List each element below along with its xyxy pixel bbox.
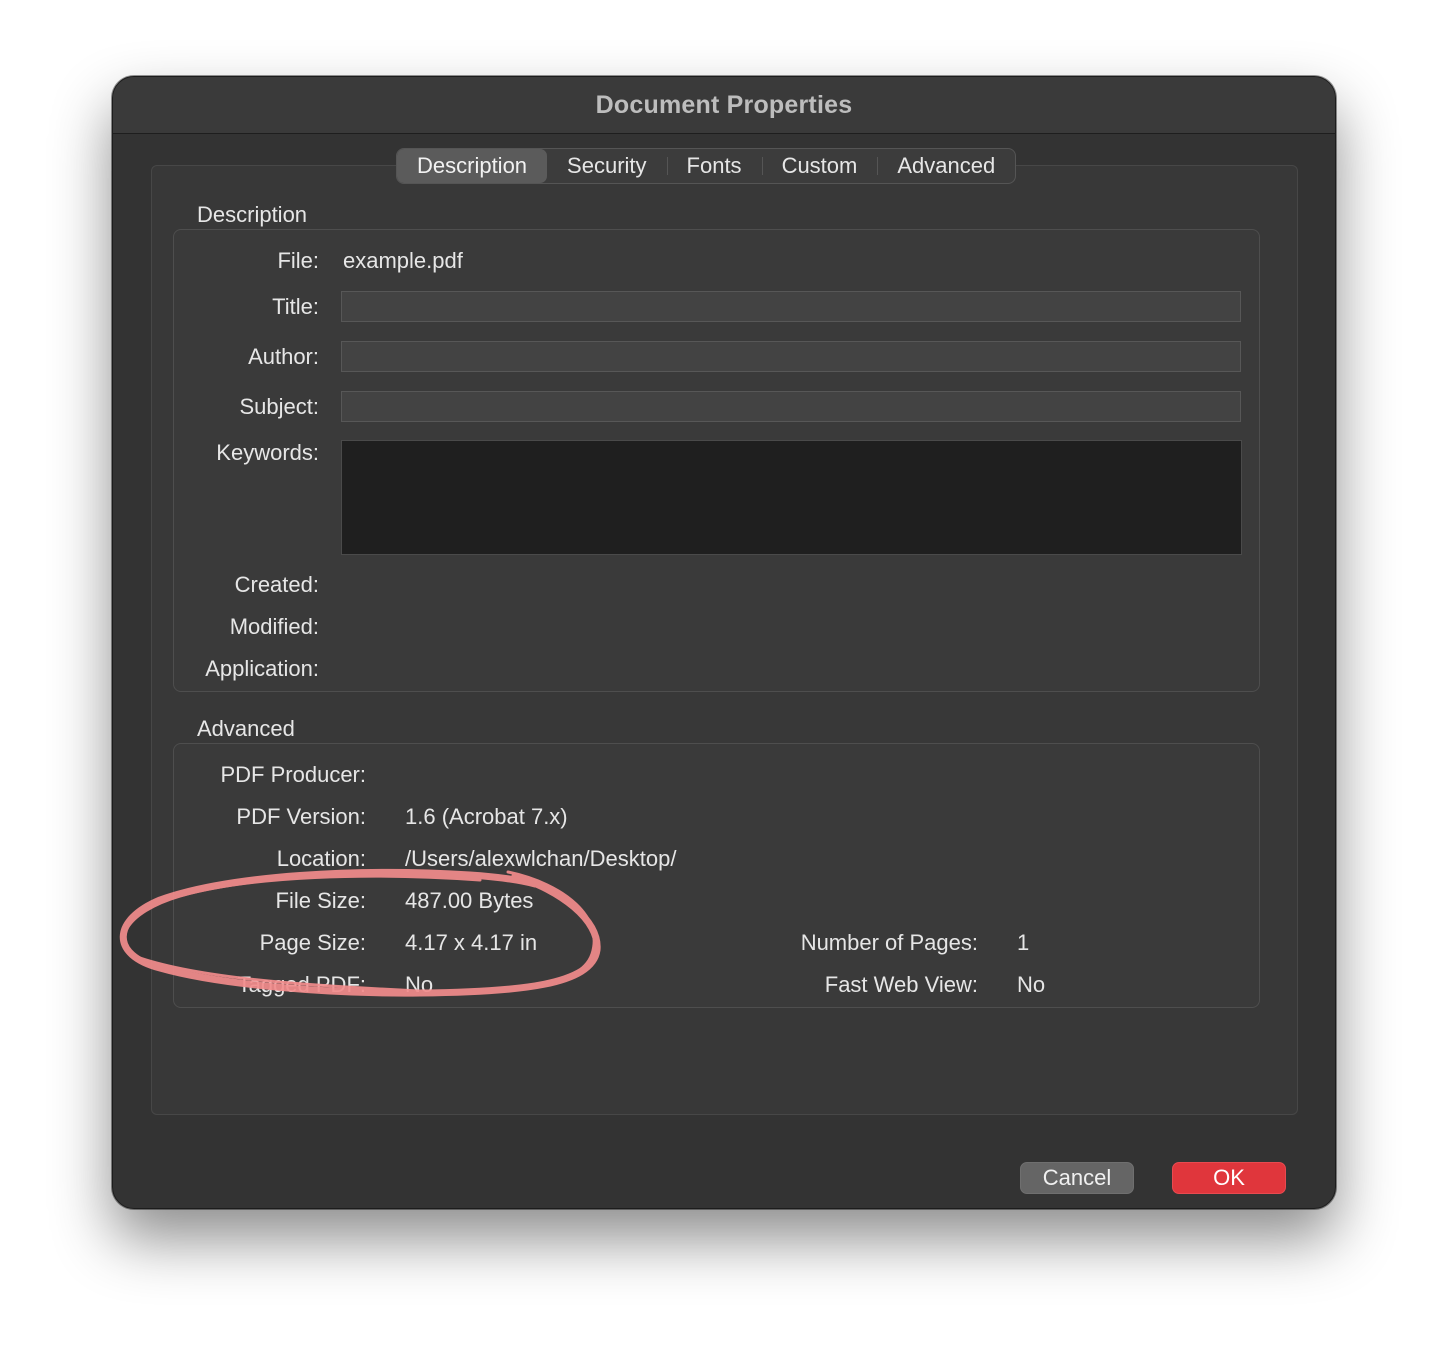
page-size-value: 4.17 x 4.17 in xyxy=(405,930,538,955)
title-bar[interactable]: Document Properties xyxy=(113,77,1335,134)
tab-description[interactable]: Description xyxy=(397,149,548,183)
author-field[interactable] xyxy=(341,341,1241,372)
cancel-button[interactable]: Cancel xyxy=(1020,1162,1134,1194)
subject-label: Subject: xyxy=(239,394,320,419)
fast-web-view-label: Fast Web View: xyxy=(824,972,978,997)
tab-bar: Description Security Fonts Custom Advanc… xyxy=(396,148,1017,184)
advanced-section-title: Advanced xyxy=(197,716,295,741)
file-size-label: File Size: xyxy=(275,888,366,913)
ok-button[interactable]: OK xyxy=(1172,1162,1286,1194)
tab-fonts[interactable]: Fonts xyxy=(666,149,762,183)
page-size-label: Page Size: xyxy=(259,930,366,955)
document-properties-dialog: Document Properties Description Security… xyxy=(112,76,1336,1209)
number-of-pages-label: Number of Pages: xyxy=(800,930,978,955)
pdf-version-label: PDF Version: xyxy=(236,804,366,829)
title-field[interactable] xyxy=(341,291,1241,322)
modified-label: Modified: xyxy=(229,614,319,639)
title-label: Title: xyxy=(272,294,319,319)
description-section-title: Description xyxy=(197,202,308,227)
location-label: Location: xyxy=(276,846,366,871)
tab-advanced[interactable]: Advanced xyxy=(877,149,1015,183)
file-size-value: 487.00 Bytes xyxy=(405,888,534,913)
window-title: Document Properties xyxy=(595,90,853,119)
description-group: File: example.pdf Title: Author: Subject… xyxy=(173,229,1260,692)
keywords-label: Keywords: xyxy=(216,440,319,465)
pdf-producer-label: PDF Producer: xyxy=(220,762,367,787)
file-value: example.pdf xyxy=(343,248,463,273)
number-of-pages-value: 1 xyxy=(1017,930,1030,955)
pdf-version-value: 1.6 (Acrobat 7.x) xyxy=(405,804,568,829)
keywords-field[interactable] xyxy=(341,440,1242,555)
advanced-group: PDF Producer: PDF Version: 1.6 (Acrobat … xyxy=(173,743,1260,1008)
created-label: Created: xyxy=(234,572,319,597)
application-label: Application: xyxy=(205,656,319,681)
location-value: /Users/alexwlchan/Desktop/ xyxy=(405,846,677,871)
author-label: Author: xyxy=(248,344,319,369)
fast-web-view-value: No xyxy=(1017,972,1046,997)
subject-field[interactable] xyxy=(341,391,1241,422)
file-label: File: xyxy=(277,248,319,273)
tagged-pdf-label: Tagged PDF: xyxy=(237,972,366,997)
tab-security[interactable]: Security xyxy=(547,149,666,183)
tagged-pdf-value: No xyxy=(405,972,434,997)
tab-custom[interactable]: Custom xyxy=(761,149,878,183)
